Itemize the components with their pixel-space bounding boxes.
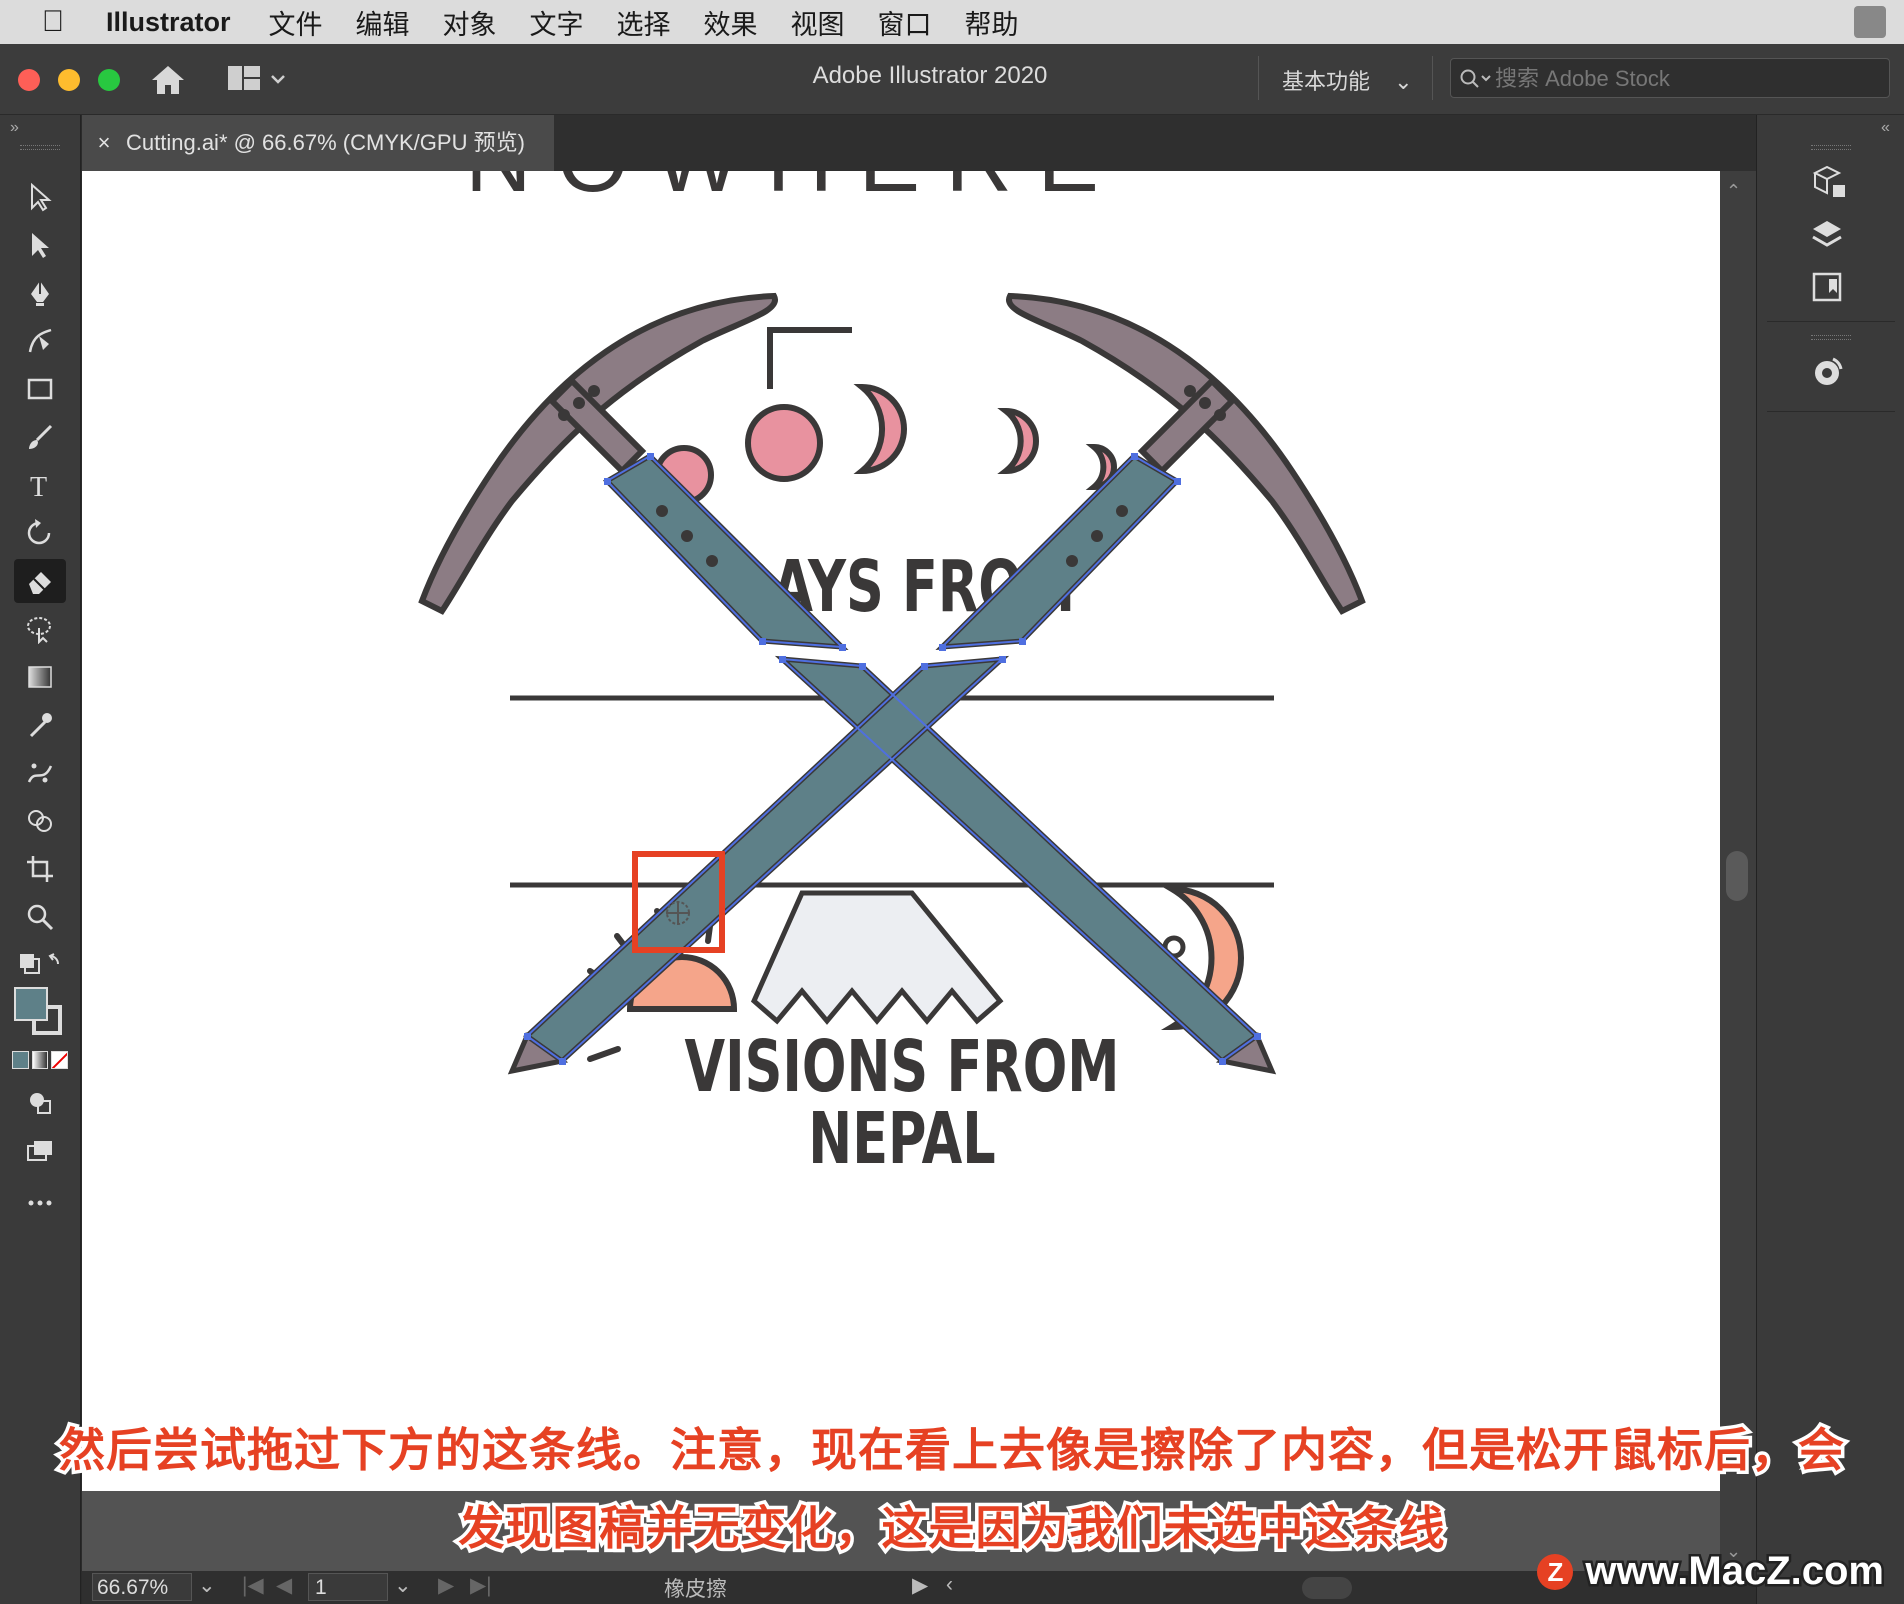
horizontal-scroll-thumb[interactable] xyxy=(1302,1577,1352,1599)
shape-builder-tool-icon[interactable] xyxy=(14,799,66,843)
draw-mode-icon[interactable] xyxy=(14,1081,66,1125)
apple-icon[interactable]:  xyxy=(0,5,106,39)
chevron-down-icon: ⌄ xyxy=(1394,69,1413,94)
close-tab-icon[interactable]: × xyxy=(82,115,126,171)
watermark: Z www.MacZ.com xyxy=(1537,1547,1887,1596)
menu-object[interactable]: 对象 xyxy=(443,3,497,42)
color-mode-buttons[interactable] xyxy=(12,1051,69,1069)
eyedropper-tool-icon[interactable] xyxy=(14,703,66,747)
app-menu[interactable]: Illustrator xyxy=(106,7,231,38)
direct-selection-tool-icon[interactable] xyxy=(14,223,66,267)
status-menu-arrow-icon[interactable]: ▶ xyxy=(912,1573,928,1598)
nepal-text: NEPAL xyxy=(808,1097,995,1180)
vertical-scrollbar[interactable]: ⌃ ⌄ xyxy=(1720,171,1756,1571)
document-tab-label: Cutting.ai* @ 66.67% (CMYK/GPU 预览) xyxy=(126,130,525,155)
menu-view[interactable]: 视图 xyxy=(791,3,845,42)
collapse-panel-icon[interactable]: » xyxy=(10,119,19,137)
menu-select[interactable]: 选择 xyxy=(617,3,671,42)
next-artboard-icon[interactable]: ▶ xyxy=(438,1573,454,1598)
number-five: 5 xyxy=(852,330,853,332)
divider xyxy=(1432,56,1433,100)
workspace-switcher[interactable]: 基本功能 ⌄ xyxy=(1282,64,1413,96)
subtitle-line-1: 然后尝试拖过下方的这条线。注意，现在看上去像是擦除了内容，但是松开鼠标后，会 xyxy=(56,1421,1848,1480)
swap-fill-stroke-icon[interactable] xyxy=(14,943,66,987)
menu-type[interactable]: 文字 xyxy=(530,3,584,42)
app-title-bar: Adobe Illustrator 2020 基本功能 ⌄ 搜索 Adobe S… xyxy=(0,44,1904,115)
moon-crescent-medium xyxy=(997,407,1039,475)
right-panel-dock: « xyxy=(1756,115,1904,1604)
document-tab[interactable]: × Cutting.ai* @ 66.67% (CMYK/GPU 预览) xyxy=(82,115,554,171)
artboards-icon[interactable] xyxy=(1809,269,1849,309)
first-artboard-icon[interactable]: |◀ xyxy=(242,1573,264,1598)
gradient-tool-icon[interactable] xyxy=(14,655,66,699)
scroll-left-icon[interactable]: ‹ xyxy=(946,1573,953,1597)
menu-effect[interactable]: 效果 xyxy=(704,3,758,42)
artboard-dropdown-chevron-icon[interactable]: ⌄ xyxy=(394,1573,412,1598)
menu-file[interactable]: 文件 xyxy=(269,3,323,42)
divider xyxy=(1767,411,1895,412)
rectangle-tool-icon[interactable] xyxy=(14,367,66,411)
status-bar: 66.67% ⌄ |◀ ◀ 1 ⌄ ▶ ▶| 橡皮擦 ▶ ‹ xyxy=(82,1571,1756,1604)
search-icon xyxy=(1460,69,1491,88)
scroll-thumb[interactable] xyxy=(1726,851,1748,901)
curvature-tool-icon[interactable] xyxy=(14,319,66,363)
bracket-mark xyxy=(767,327,852,389)
pen-tool-icon[interactable] xyxy=(14,271,66,315)
artboard-number-field[interactable]: 1 xyxy=(308,1573,388,1601)
artboard-tool-icon[interactable] xyxy=(14,847,66,891)
document-tab-bar: × Cutting.ai* @ 66.67% (CMYK/GPU 预览) xyxy=(82,115,1756,171)
divider xyxy=(1258,56,1259,100)
moon-crescent-large xyxy=(853,383,907,475)
current-tool-name: 橡皮擦 xyxy=(664,1578,727,1601)
fill-stroke-swatch[interactable] xyxy=(10,983,70,1043)
watermark-logo-icon: Z xyxy=(1537,1553,1574,1590)
libraries-icon[interactable] xyxy=(1809,163,1849,203)
left-handle-lower[interactable] xyxy=(774,655,1261,1065)
watermark-text: www.MacZ.com xyxy=(1583,1547,1887,1596)
mountain-shape xyxy=(750,890,1004,1025)
paintbrush-tool-icon[interactable] xyxy=(14,415,66,459)
eraser-tool-icon[interactable] xyxy=(14,559,66,603)
workspace-label: 基本功能 xyxy=(1282,69,1371,94)
zoom-dropdown-chevron-icon[interactable]: ⌄ xyxy=(198,1573,216,1598)
menubar-extra-icon[interactable] xyxy=(1854,6,1886,38)
menu-window[interactable]: 窗口 xyxy=(878,3,932,42)
moon-full xyxy=(745,404,823,482)
panel-grip[interactable] xyxy=(1811,335,1851,340)
poster-artwork[interactable]: N O W H E R E 5 DAYS FROM VISIONS FROM N… xyxy=(82,171,1720,1491)
panel-grip[interactable] xyxy=(1811,145,1851,150)
more-tools-icon[interactable] xyxy=(14,1181,66,1225)
screen-mode-icon[interactable] xyxy=(14,1129,66,1173)
type-tool-icon[interactable]: T xyxy=(14,463,66,507)
previous-artboard-icon[interactable]: ◀ xyxy=(276,1573,292,1598)
divider xyxy=(1767,321,1895,322)
menu-help[interactable]: 帮助 xyxy=(965,3,1019,42)
last-artboard-icon[interactable]: ▶| xyxy=(470,1573,492,1598)
color-guide-icon[interactable] xyxy=(1809,353,1849,393)
tools-panel: » T xyxy=(0,115,81,1604)
panel-grip[interactable] xyxy=(20,145,60,150)
zoom-level-field[interactable]: 66.67% xyxy=(92,1573,192,1601)
collapse-right-panel-icon[interactable]: « xyxy=(1881,119,1890,137)
visions-from-text: VISIONS FROM xyxy=(684,1025,1119,1108)
menu-edit[interactable]: 编辑 xyxy=(356,3,410,42)
zoom-tool-icon[interactable] xyxy=(14,895,66,939)
puppet-warp-tool-icon[interactable] xyxy=(14,607,66,651)
rotate-tool-icon[interactable] xyxy=(14,511,66,555)
symbol-sprayer-tool-icon[interactable] xyxy=(14,751,66,795)
layers-icon[interactable] xyxy=(1809,215,1849,255)
nowhere-text: N O W H E R E xyxy=(465,171,1099,211)
scroll-up-icon[interactable]: ⌃ xyxy=(1726,181,1741,202)
svg-text:T: T xyxy=(30,472,47,500)
selection-tool-icon[interactable] xyxy=(14,175,66,219)
artboard[interactable]: N O W H E R E 5 DAYS FROM VISIONS FROM N… xyxy=(82,171,1720,1491)
mac-menu-bar:  Illustrator 文件 编辑 对象 文字 选择 效果 视图 窗口 帮助 xyxy=(0,0,1904,44)
stock-search-input[interactable]: 搜索 Adobe Stock xyxy=(1450,58,1890,98)
search-placeholder: 搜索 Adobe Stock xyxy=(1495,66,1670,91)
